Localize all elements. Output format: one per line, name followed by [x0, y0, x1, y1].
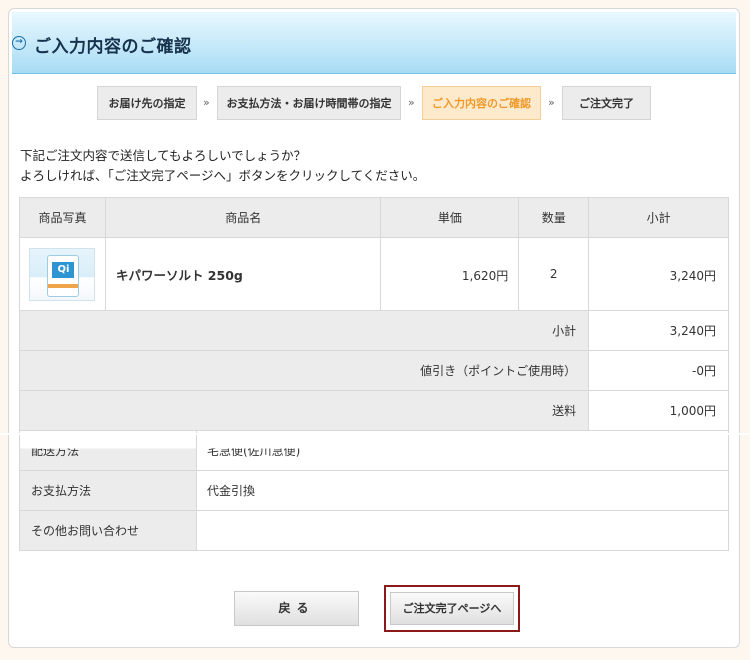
message-line-2: よろしければ、「ご注文完了ページへ」ボタンをクリックしてください。	[20, 168, 426, 183]
header-quantity: 数量	[518, 197, 590, 238]
summary-row-shipping: 送料 1,000円	[18, 390, 729, 431]
order-table-header: 商品写真 商品名 単価 数量 小計	[19, 197, 729, 238]
screenshot-seam	[0, 433, 750, 435]
summary-row-discount: 値引き（ポイントご使用時） -0円	[18, 350, 729, 391]
order-info-table: 配送方法 宅急便(佐川急便) お支払方法 代金引換 その他お問い合わせ	[19, 430, 729, 551]
product-stripe	[48, 283, 79, 288]
discount-value: -0円	[588, 350, 729, 391]
step-separator: »	[408, 96, 415, 109]
payment-method-label: お支払方法	[19, 470, 197, 511]
subtotal-label: 小計	[18, 310, 590, 351]
next-button-highlight: ご注文完了ページへ	[384, 585, 520, 632]
shipping-value: 1,000円	[588, 390, 729, 431]
order-table: 商品写真 商品名 単価 数量 小計 Qi キパワーソルト 250g 1,620円…	[18, 197, 729, 431]
info-row-payment: お支払方法 代金引換	[19, 470, 729, 511]
step-payment-method: お支払方法・お届け時間帯の指定	[217, 86, 401, 120]
message-line-1: 下記ご注文内容で送信してもよろしいでしょうか？	[20, 148, 307, 163]
step-separator: »	[203, 96, 210, 109]
product-photo-cell: Qi	[19, 237, 106, 311]
inquiry-value	[196, 510, 729, 551]
quantity: 2	[518, 237, 590, 311]
delivery-method-label: 配送方法	[19, 448, 197, 471]
page-header: → ご入力内容のご確認	[12, 12, 736, 74]
product-image[interactable]: Qi	[29, 247, 96, 301]
header-unit-price: 単価	[380, 197, 520, 238]
summary-row-subtotal: 小計 3,240円	[18, 310, 729, 351]
table-row: Qi キパワーソルト 250g 1,620円 2 3,240円	[19, 237, 729, 311]
step-confirmation: ご入力内容のご確認	[422, 86, 541, 120]
header-subtotal: 小計	[588, 197, 729, 238]
step-separator: »	[548, 96, 555, 109]
product-name: キパワーソルト 250g	[104, 237, 382, 311]
arrow-circle-icon: →	[12, 36, 26, 50]
page-title: ご入力内容のご確認	[34, 37, 192, 57]
step-complete: ご注文完了	[562, 86, 651, 120]
discount-label: 値引き（ポイントご使用時）	[18, 350, 590, 391]
shipping-label: 送料	[18, 390, 590, 431]
inquiry-label: その他お問い合わせ	[19, 510, 197, 551]
info-row-delivery: 配送方法 宅急便(佐川急便)	[19, 448, 729, 471]
unit-price: 1,620円	[380, 237, 520, 311]
product-image-label: Qi	[52, 261, 75, 278]
delivery-method-value: 宅急便(佐川急便)	[196, 448, 729, 471]
product-bag-illustration: Qi	[47, 254, 80, 297]
step-shipping-address: お届け先の指定	[97, 86, 197, 120]
progress-steps: お届け先の指定 » お支払方法・お届け時間帯の指定 » ご入力内容のご確認 » …	[0, 86, 750, 120]
back-button[interactable]: 戻る	[234, 591, 359, 626]
header-photo: 商品写真	[19, 197, 106, 238]
complete-order-button[interactable]: ご注文完了ページへ	[390, 592, 514, 625]
header-product-name: 商品名	[104, 197, 382, 238]
info-row-inquiry: その他お問い合わせ	[19, 510, 729, 551]
confirmation-message: 下記ご注文内容で送信してもよろしいでしょうか？ よろしければ、「ご注文完了ページ…	[20, 146, 425, 186]
item-subtotal: 3,240円	[588, 237, 729, 311]
subtotal-value: 3,240円	[588, 310, 729, 351]
payment-method-value: 代金引換	[196, 470, 729, 511]
